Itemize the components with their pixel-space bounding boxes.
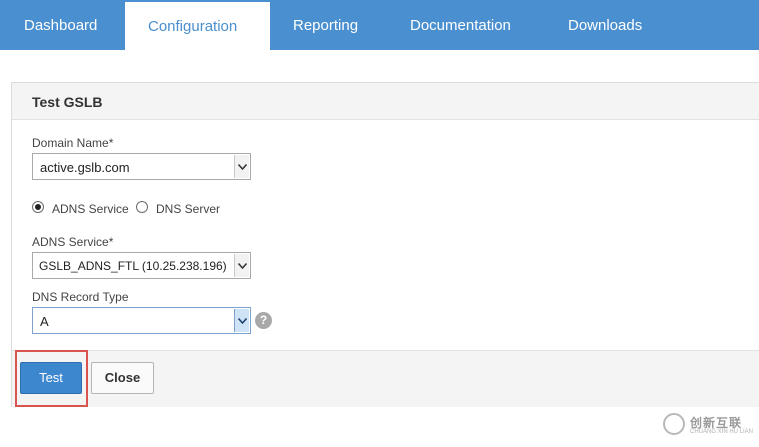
- adns-service-label: ADNS Service*: [32, 235, 114, 249]
- help-icon[interactable]: ?: [255, 312, 272, 329]
- chevron-down-icon[interactable]: [234, 155, 249, 178]
- chevron-down-icon[interactable]: [234, 309, 249, 332]
- dns-record-type-select[interactable]: A: [32, 307, 251, 334]
- watermark-subtext: CHUANG XIN HU LIAN: [690, 429, 754, 435]
- dialog-title: Test GSLB: [32, 94, 103, 110]
- radio-selected-dot: [35, 204, 41, 210]
- tab-configuration[interactable]: Configuration: [125, 2, 270, 50]
- test-gslb-dialog: Test GSLB: [11, 82, 759, 407]
- dialog-header: Test GSLB: [12, 83, 759, 120]
- domain-name-label: Domain Name*: [32, 136, 114, 150]
- tab-reporting[interactable]: Reporting: [293, 0, 358, 50]
- tab-dashboard[interactable]: Dashboard: [24, 0, 97, 50]
- close-button[interactable]: Close: [91, 362, 154, 394]
- adns-service-radio[interactable]: [32, 201, 44, 213]
- watermark-logo-icon: [663, 413, 685, 435]
- tab-downloads[interactable]: Downloads: [568, 0, 642, 50]
- test-button[interactable]: Test: [20, 362, 82, 394]
- watermark-logo: 创新互联 CHUANG XIN HU LIAN: [660, 410, 759, 440]
- adns-service-radio-label: ADNS Service: [52, 202, 129, 216]
- domain-name-select[interactable]: active.gslb.com: [32, 153, 251, 180]
- domain-name-value: active.gslb.com: [40, 160, 130, 175]
- dns-record-type-value: A: [40, 314, 49, 329]
- top-navigation: Dashboard Configuration Reporting Docume…: [0, 0, 759, 50]
- chevron-down-icon[interactable]: [234, 254, 249, 277]
- dns-server-radio[interactable]: [136, 201, 148, 213]
- dns-server-radio-label: DNS Server: [156, 202, 221, 216]
- adns-service-select[interactable]: GSLB_ADNS_FTL (10.25.238.196): [32, 252, 251, 279]
- tab-documentation[interactable]: Documentation: [410, 0, 511, 50]
- dns-record-type-label: DNS Record Type: [32, 290, 129, 304]
- adns-service-value: GSLB_ADNS_FTL (10.25.238.196): [39, 259, 227, 273]
